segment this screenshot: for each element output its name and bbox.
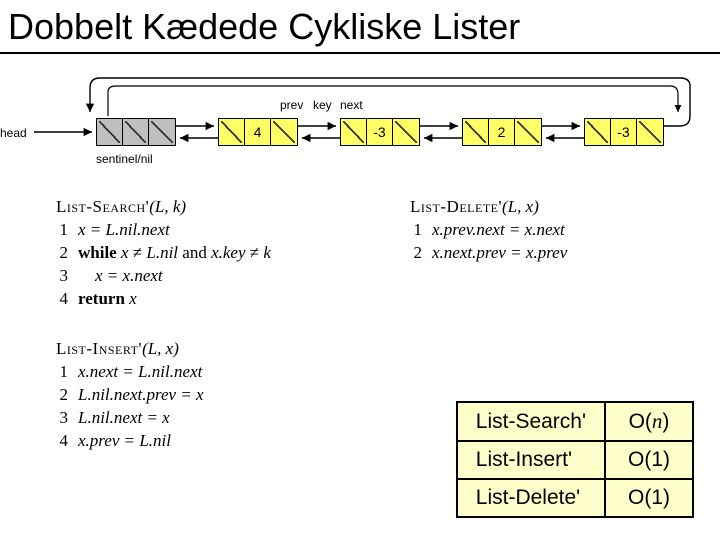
line-num: 2 [410, 242, 432, 265]
list-node: -3 [584, 118, 664, 146]
code-line: L.nil.next = x [78, 407, 170, 430]
bigo-cell: O(n) [605, 402, 693, 441]
code-line: return x [78, 288, 137, 311]
code-line: x = L.nil.next [78, 219, 170, 242]
algo-list-search: List-Search'(L, k) 1x = L.nil.next 2whil… [56, 196, 271, 311]
prev-label: prev [280, 98, 303, 112]
line-num: 4 [56, 288, 78, 311]
list-node: 2 [462, 118, 542, 146]
next-label: next [340, 98, 363, 112]
sentinel-node [96, 118, 176, 146]
bigo-cell: O(1) [605, 479, 693, 517]
line-num: 3 [56, 407, 78, 430]
sentinel-label: sentinel/nil [96, 152, 153, 166]
algo-args: (L, x) [502, 197, 539, 216]
node-key: -3 [611, 119, 637, 145]
list-node: 4 [218, 118, 298, 146]
line-num: 1 [56, 361, 78, 384]
code-line: x.next = L.nil.next [78, 361, 202, 384]
line-num: 2 [56, 384, 78, 407]
op-cell: List-Insert' [457, 441, 605, 479]
page-title: Dobbelt Kædede Cykliske Lister [0, 0, 720, 54]
table-row: List-Search' O(n) [457, 402, 693, 441]
code-line: while x ≠ L.nil and x.key ≠ k [78, 242, 271, 265]
table-row: List-Delete' O(1) [457, 479, 693, 517]
algo-args: (L, x) [142, 339, 179, 358]
list-node: -3 [340, 118, 420, 146]
linked-list-diagram: head sentinel/nil prev key next 4 -3 2 -… [0, 72, 720, 192]
op-cell: List-Delete' [457, 479, 605, 517]
head-label: head [0, 126, 27, 140]
node-key: 4 [245, 119, 271, 145]
algo-name: List-Search' [56, 197, 149, 216]
algo-args: (L, k) [149, 197, 186, 216]
code-line: x = x.next [78, 265, 163, 288]
algo-list-delete: List-Delete'(L, x) 1x.prev.next = x.next… [410, 196, 567, 265]
line-num: 3 [56, 265, 78, 288]
node-key: 2 [489, 119, 515, 145]
node-key: -3 [367, 119, 393, 145]
algo-list-insert: List-Insert'(L, x) 1x.next = L.nil.next … [56, 338, 204, 453]
code-line: x.prev = L.nil [78, 430, 171, 453]
code-line: x.prev.next = x.next [432, 219, 565, 242]
complexity-table: List-Search' O(n) List-Insert' O(1) List… [456, 401, 694, 518]
code-line: L.nil.next.prev = x [78, 384, 204, 407]
table-row: List-Insert' O(1) [457, 441, 693, 479]
key-label: key [313, 98, 332, 112]
bigo-cell: O(1) [605, 441, 693, 479]
line-num: 1 [410, 219, 432, 242]
line-num: 4 [56, 430, 78, 453]
line-num: 2 [56, 242, 78, 265]
code-line: x.next.prev = x.prev [432, 242, 567, 265]
op-cell: List-Search' [457, 402, 605, 441]
algo-name: List-Insert' [56, 339, 142, 358]
algo-name: List-Delete' [410, 197, 502, 216]
line-num: 1 [56, 219, 78, 242]
